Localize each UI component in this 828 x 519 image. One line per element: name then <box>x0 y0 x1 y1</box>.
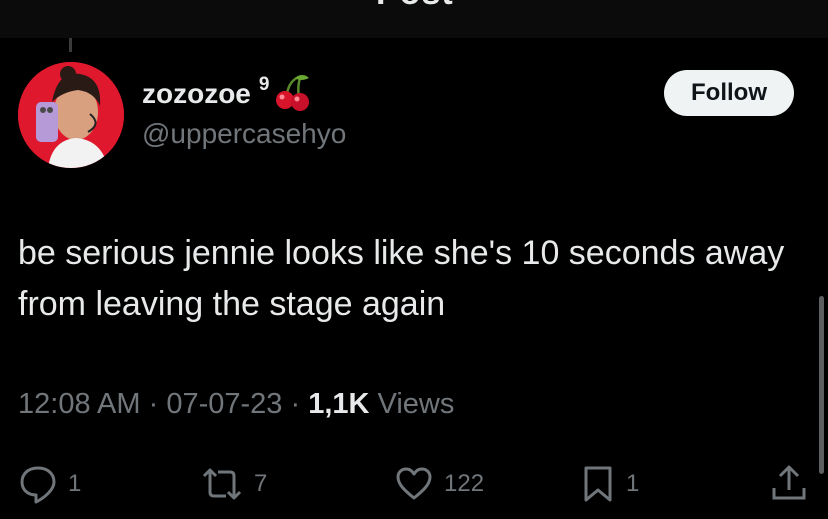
post-date[interactable]: 07-07-23 <box>166 388 282 420</box>
post-time[interactable]: 12:08 AM <box>18 388 141 420</box>
like-button[interactable]: 122 <box>394 462 484 506</box>
author-name-number: 9 <box>258 74 270 95</box>
views-label: Views <box>377 388 455 420</box>
like-count: 122 <box>444 470 485 497</box>
cherry-icon <box>276 74 310 111</box>
follow-button[interactable]: Follow <box>664 70 794 116</box>
post-text: be serious jennie looks like she's 10 se… <box>18 234 785 323</box>
reply-count: 1 <box>68 470 82 497</box>
repost-button[interactable]: 7 <box>200 462 267 506</box>
repost-icon <box>202 468 242 500</box>
bookmark-button[interactable]: 1 <box>580 462 639 506</box>
reply-icon <box>20 466 56 504</box>
share-icon <box>772 465 806 500</box>
post-meta: 12:08 AM · 07-07-23 · 1,1K Views <box>18 388 454 421</box>
author-handle[interactable]: @uppercasehyo <box>142 118 346 150</box>
meta-separator: · <box>148 388 159 420</box>
author-name-row[interactable]: zozozoe 9 <box>142 72 311 116</box>
reply-button[interactable]: 1 <box>18 462 81 506</box>
thread-connector-line <box>69 38 72 52</box>
heart-icon <box>396 467 432 500</box>
views-count: 1,1K <box>308 388 370 420</box>
bookmark-icon <box>584 466 612 502</box>
avatar-photo <box>18 62 124 168</box>
action-bar: 1 7 122 1 <box>0 462 828 506</box>
author-display-name[interactable]: zozozoe <box>142 72 251 116</box>
scrollbar[interactable] <box>819 296 824 474</box>
share-button[interactable] <box>770 462 808 506</box>
avatar[interactable] <box>18 62 124 168</box>
bookmark-count: 1 <box>626 470 640 497</box>
top-bar: Post <box>0 0 828 38</box>
page-title: Post <box>376 0 454 13</box>
repost-count: 7 <box>254 470 268 497</box>
back-arrow-icon[interactable] <box>26 0 52 12</box>
meta-separator: · <box>290 388 301 420</box>
